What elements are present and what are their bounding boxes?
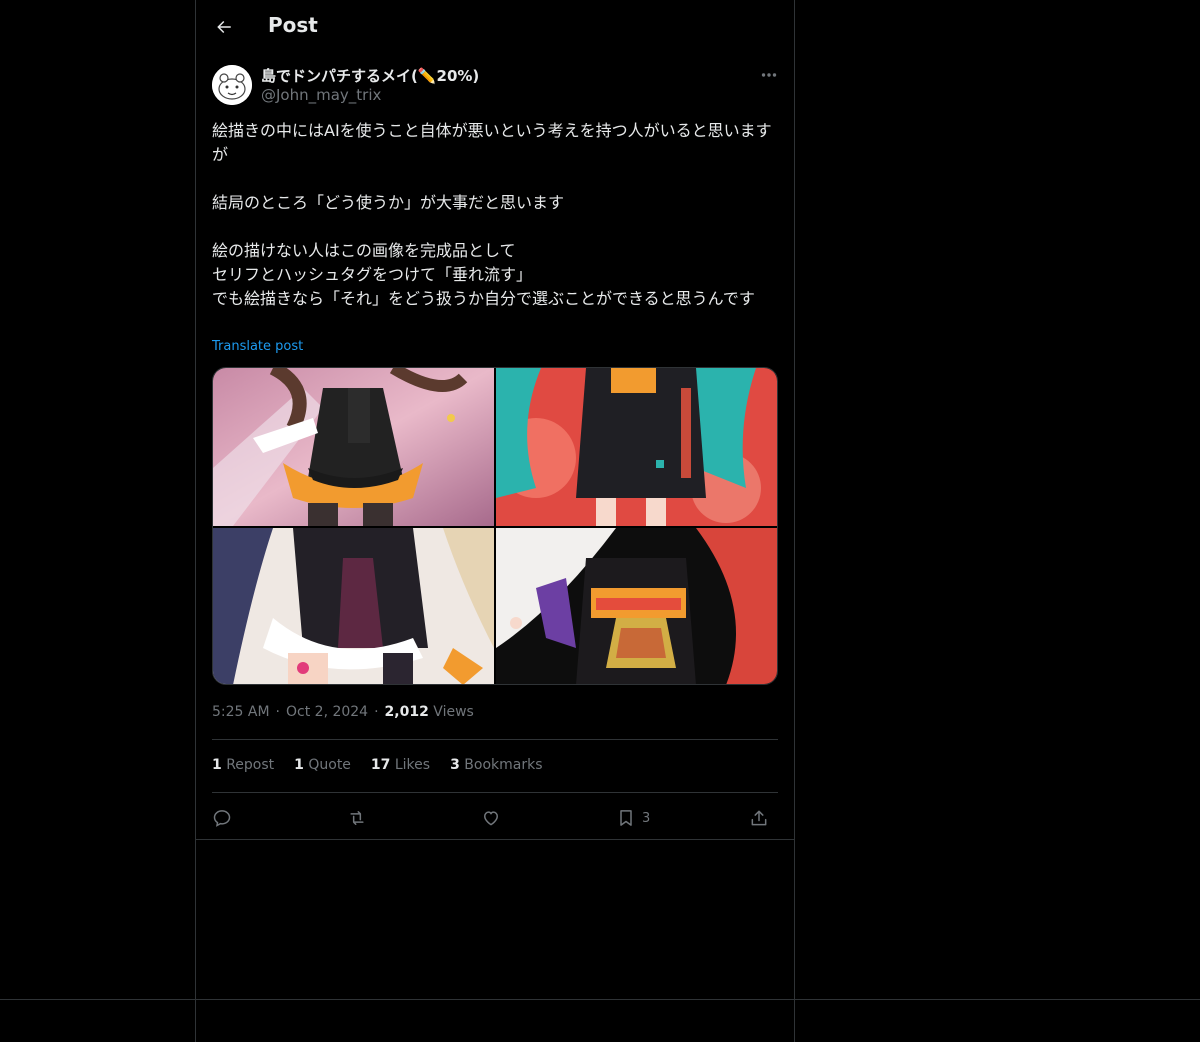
media-image-3[interactable] bbox=[213, 528, 494, 684]
post-date[interactable]: Oct 2, 2024 bbox=[286, 704, 368, 720]
media-image-4[interactable] bbox=[496, 528, 777, 684]
bookmark-button[interactable]: 3 bbox=[616, 804, 650, 832]
views-label: Views bbox=[433, 704, 474, 720]
author-display-name[interactable]: 島でドンパチするメイ(✏️20%) bbox=[261, 65, 479, 86]
like-button[interactable] bbox=[481, 804, 501, 832]
media-image-2[interactable] bbox=[496, 368, 777, 526]
divider bbox=[212, 739, 778, 740]
bookmark-count: 3 bbox=[642, 810, 651, 826]
heart-icon bbox=[484, 811, 498, 826]
reply-icon bbox=[213, 810, 231, 827]
quotes-stat[interactable]: 1 Quote bbox=[294, 757, 351, 773]
avatar[interactable] bbox=[212, 65, 252, 105]
divider bbox=[196, 839, 794, 840]
page-title: Post bbox=[268, 13, 318, 37]
back-button[interactable] bbox=[210, 13, 238, 41]
engagement-stats: 1 Repost 1 Quote 17 Likes 3 Bookmarks bbox=[212, 757, 563, 773]
views-count: 2,012 bbox=[384, 704, 429, 720]
share-button[interactable] bbox=[749, 804, 769, 832]
reply-button[interactable] bbox=[212, 804, 232, 832]
share-icon bbox=[751, 810, 767, 826]
reposts-stat[interactable]: 1 Repost bbox=[212, 757, 274, 773]
bookmarks-stat[interactable]: 3 Bookmarks bbox=[450, 757, 542, 773]
arrow-left-icon bbox=[217, 21, 231, 33]
divider bbox=[212, 792, 778, 793]
translate-post-link[interactable]: Translate post bbox=[212, 339, 303, 354]
bookmark-icon bbox=[620, 810, 632, 826]
repost-icon bbox=[350, 811, 364, 825]
post-meta: 5:25 AM · Oct 2, 2024 · 2,012 Views bbox=[212, 704, 474, 720]
primary-column: Post 島でドンパチするメイ(✏️20%) @John_may_trix 絵描… bbox=[195, 0, 795, 1042]
media-grid bbox=[212, 367, 778, 685]
avatar-image bbox=[212, 65, 252, 105]
more-options-button[interactable] bbox=[756, 64, 782, 86]
divider bbox=[0, 999, 1200, 1000]
post-time[interactable]: 5:25 AM bbox=[212, 704, 270, 720]
page-header: Post bbox=[196, 0, 794, 54]
post-text: 絵描きの中にはAIを使うこと自体が悪いという考えを持つ人がいると思いますが 結局… bbox=[212, 121, 772, 308]
likes-stat[interactable]: 17 Likes bbox=[371, 757, 430, 773]
repost-button[interactable] bbox=[347, 804, 367, 832]
action-bar: 3 bbox=[212, 804, 778, 832]
author-handle[interactable]: @John_may_trix bbox=[261, 86, 381, 104]
more-icon bbox=[761, 73, 777, 77]
media-image-1[interactable] bbox=[213, 368, 494, 526]
